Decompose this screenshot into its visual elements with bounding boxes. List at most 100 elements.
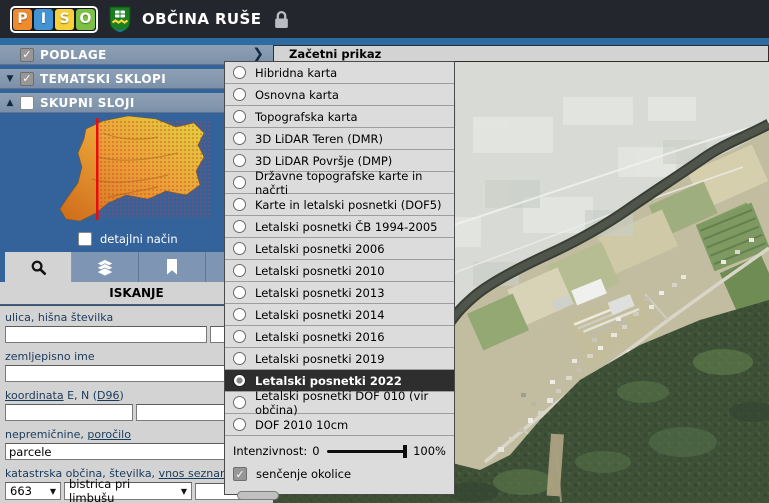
- basemap-option[interactable]: Hibridna karta: [225, 62, 454, 84]
- search-link[interactable]: D96: [97, 389, 119, 402]
- basemap-option-label: Hibridna karta: [255, 66, 337, 80]
- lock-icon[interactable]: [274, 10, 289, 29]
- radio-icon[interactable]: [233, 176, 246, 189]
- radio-icon[interactable]: [233, 66, 246, 79]
- basemap-option-label: Osnovna karta: [255, 88, 339, 102]
- radio-icon[interactable]: [233, 418, 246, 431]
- basemap-option[interactable]: Letalski posnetki 2014: [225, 304, 454, 326]
- intensity-slider[interactable]: [327, 450, 406, 453]
- initial-view-label: Začetni prikaz: [289, 47, 381, 61]
- radio-icon[interactable]: [233, 132, 246, 145]
- radio-icon[interactable]: [233, 286, 246, 299]
- basemap-option[interactable]: Letalski posnetki 2010: [225, 260, 454, 282]
- search-input[interactable]: [136, 404, 236, 421]
- basemap-option[interactable]: Letalski posnetki 2006: [225, 238, 454, 260]
- intensity-min: 0: [312, 444, 319, 458]
- intensity-max: 100%: [413, 444, 446, 458]
- terrain-preview: [8, 113, 215, 227]
- search-link[interactable]: koordinata: [5, 389, 64, 402]
- basemap-option-label: Letalski posnetki 2006: [255, 242, 385, 256]
- top-header: PISO OBČINA RUŠE: [0, 0, 769, 38]
- basemap-option[interactable]: Letalski posnetki 2016: [225, 326, 454, 348]
- panel-label: TEMATSKI SKLOPI: [40, 72, 166, 86]
- scrollbar-thumb[interactable]: [237, 491, 279, 500]
- initial-view-bar[interactable]: Začetni prikaz: [273, 45, 769, 62]
- search-icon: [30, 259, 47, 276]
- basemap-option[interactable]: Državne topografske karte in načrti: [225, 172, 454, 194]
- basemap-option-label: Karte in letalski posnetki (DOF5): [255, 198, 442, 212]
- basemap-option[interactable]: Karte in letalski posnetki (DOF5): [225, 194, 454, 216]
- radio-icon[interactable]: [233, 110, 246, 123]
- panel-checkbox[interactable]: [20, 48, 34, 62]
- radio-icon[interactable]: [233, 264, 246, 277]
- basemap-option[interactable]: DOF 2010 10cm: [225, 414, 454, 436]
- tab-layers[interactable]: [72, 252, 139, 282]
- shading-checkbox[interactable]: [233, 467, 247, 481]
- search-select[interactable]: 663▼: [5, 482, 61, 500]
- select-value: 663: [10, 484, 32, 498]
- search-input[interactable]: [5, 404, 133, 421]
- intensity-label: Intenzivnost:: [233, 444, 307, 458]
- search-input[interactable]: [5, 365, 229, 382]
- search-link[interactable]: poročilo: [87, 428, 131, 441]
- radio-icon[interactable]: [233, 88, 246, 101]
- piso-logo-tile: P: [13, 9, 32, 30]
- basemap-option-label: Letalski posnetki 2010: [255, 264, 385, 278]
- piso-logo-tile: O: [76, 9, 95, 30]
- search-title: ISKANJE: [109, 286, 163, 300]
- basemap-option-label: 3D LiDAR Teren (DMR): [255, 132, 383, 146]
- radio-icon[interactable]: [233, 308, 246, 321]
- radio-icon[interactable]: [233, 396, 246, 409]
- basemap-option-label: Topografska karta: [255, 110, 358, 124]
- panel-checkbox[interactable]: [20, 72, 34, 86]
- basemap-option[interactable]: Topografska karta: [225, 106, 454, 128]
- app-window: PISO OBČINA RUŠE: [0, 0, 769, 503]
- tab-bookmark[interactable]: [139, 252, 206, 282]
- basemap-option-label: 3D LiDAR Površje (DMP): [255, 154, 392, 168]
- basemap-dropdown: Hibridna karta Osnovna karta Topografska k…: [224, 61, 455, 495]
- basemap-option-label: Letalski posnetki 2016: [255, 330, 385, 344]
- detail-mode-label: detajlni način: [100, 232, 178, 246]
- radio-icon[interactable]: [233, 374, 246, 387]
- radio-icon[interactable]: [233, 154, 246, 167]
- intensity-row: Intenzivnost: 0 100%: [233, 444, 446, 458]
- collapse-icon[interactable]: ▼: [0, 74, 20, 84]
- piso-logo-tile: S: [55, 9, 74, 30]
- basemap-option[interactable]: Letalski posnetki ČB 1994-2005: [225, 216, 454, 238]
- basemap-option[interactable]: Letalski posnetki 2019: [225, 348, 454, 370]
- tab-search[interactable]: [5, 252, 72, 282]
- expand-icon[interactable]: ▲: [0, 98, 20, 108]
- detail-mode-checkbox[interactable]: [78, 232, 92, 246]
- basemap-option-label: Letalski posnetki 2022: [255, 374, 402, 388]
- select-value: bistrica pri limbušu: [69, 477, 177, 503]
- search-input[interactable]: [5, 443, 229, 460]
- basemap-option[interactable]: Osnovna karta: [225, 84, 454, 106]
- intensity-slider-handle[interactable]: [403, 445, 407, 458]
- accent-bar: [0, 38, 769, 45]
- basemap-option-label: DOF 2010 10cm: [255, 418, 348, 432]
- basemap-option-label: Letalski posnetki ČB 1994-2005: [255, 220, 438, 234]
- radio-icon[interactable]: [233, 330, 246, 343]
- terrain-red-line: [96, 118, 99, 220]
- search-select[interactable]: bistrica pri limbušu▼: [64, 482, 192, 500]
- radio-icon[interactable]: [233, 198, 246, 211]
- radio-icon[interactable]: [233, 352, 246, 365]
- basemap-option-label: Državne topografske karte in načrti: [255, 169, 454, 197]
- radio-icon[interactable]: [233, 220, 246, 233]
- panel-checkbox[interactable]: [20, 96, 34, 110]
- piso-logo-tile: I: [34, 9, 53, 30]
- shading-label: senčenje okolice: [256, 467, 351, 481]
- basemap-option-label: Letalski posnetki 2013: [255, 286, 385, 300]
- basemap-option-label: Letalski posnetki 2019: [255, 352, 385, 366]
- basemap-option[interactable]: Letalski posnetki DOF 010 (vir občina): [225, 392, 454, 414]
- basemap-option[interactable]: Letalski posnetki 2013: [225, 282, 454, 304]
- radio-icon[interactable]: [233, 242, 246, 255]
- panel-label: PODLAGE: [40, 48, 107, 62]
- panel-label: SKUPNI SLOJI: [40, 96, 135, 110]
- basemap-option[interactable]: 3D LiDAR Teren (DMR): [225, 128, 454, 150]
- basemap-option-label: Letalski posnetki DOF 010 (vir občina): [255, 389, 454, 417]
- search-input[interactable]: [5, 326, 207, 343]
- chevron-down-icon: ▼: [181, 487, 187, 496]
- basemap-option-label: Letalski posnetki 2014: [255, 308, 385, 322]
- piso-logo: PISO: [10, 6, 98, 33]
